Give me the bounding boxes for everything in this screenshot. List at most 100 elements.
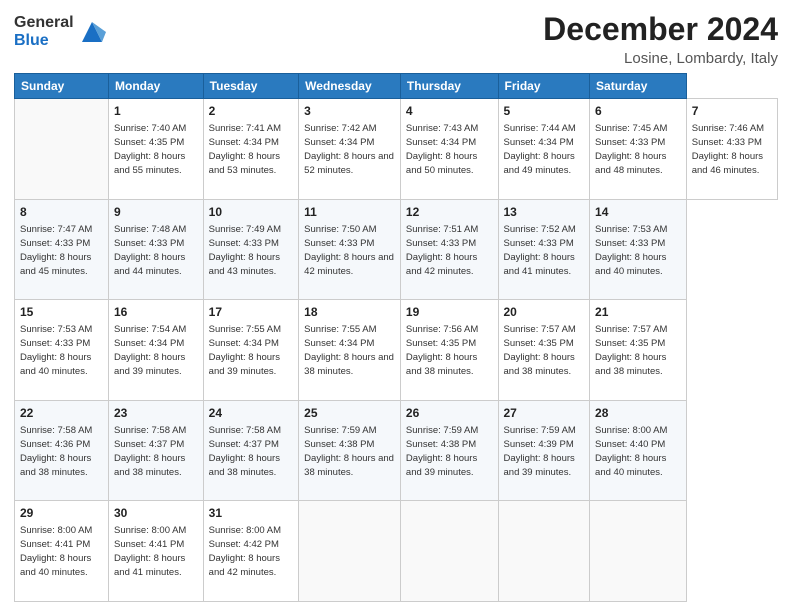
day-info: Sunrise: 7:52 AMSunset: 4:33 PMDaylight:…: [504, 224, 576, 277]
day-number: 6: [595, 103, 681, 120]
calendar-day-cell: 6 Sunrise: 7:45 AMSunset: 4:33 PMDaylight…: [590, 99, 687, 200]
day-number: 13: [504, 204, 585, 221]
day-number: 30: [114, 505, 198, 522]
day-number: 7: [692, 103, 772, 120]
calendar-day-cell: 20 Sunrise: 7:57 AMSunset: 4:35 PMDayligh…: [498, 300, 590, 401]
day-number: 28: [595, 405, 681, 422]
day-info: Sunrise: 7:58 AMSunset: 4:37 PMDaylight:…: [209, 425, 281, 478]
weekday-header: Sunday: [15, 74, 109, 99]
day-info: Sunrise: 7:43 AMSunset: 4:34 PMDaylight:…: [406, 123, 478, 176]
calendar-day-cell: 8Sunrise: 7:47 AMSunset: 4:33 PMDaylight…: [15, 199, 109, 300]
day-number: 27: [504, 405, 585, 422]
day-number: 25: [304, 405, 395, 422]
calendar-day-cell: 14 Sunrise: 7:53 AMSunset: 4:33 PMDayligh…: [590, 199, 687, 300]
day-info: Sunrise: 7:45 AMSunset: 4:33 PMDaylight:…: [595, 123, 667, 176]
day-number: 31: [209, 505, 294, 522]
logo-icon: [78, 18, 106, 46]
day-info: Sunrise: 7:44 AMSunset: 4:34 PMDaylight:…: [504, 123, 576, 176]
day-info: Sunrise: 7:53 AMSunset: 4:33 PMDaylight:…: [20, 324, 92, 377]
day-info: Sunrise: 7:59 AMSunset: 4:38 PMDaylight:…: [406, 425, 478, 478]
calendar-week-row: 22 Sunrise: 7:58 AMSunset: 4:36 PMDayligh…: [15, 400, 778, 501]
calendar-week-row: 29Sunrise: 8:00 AMSunset: 4:41 PMDayligh…: [15, 501, 778, 602]
day-number: 18: [304, 304, 395, 321]
calendar-day-cell: 9 Sunrise: 7:48 AMSunset: 4:33 PMDaylight…: [109, 199, 204, 300]
title-block: December 2024 Losine, Lombardy, Italy: [543, 10, 778, 67]
empty-cell: [15, 99, 109, 200]
calendar-day-cell: 31 Sunrise: 8:00 AMSunset: 4:42 PMDayligh…: [203, 501, 299, 602]
day-number: 20: [504, 304, 585, 321]
day-info: Sunrise: 8:00 AMSunset: 4:40 PMDaylight:…: [595, 425, 667, 478]
calendar-day-cell: 19 Sunrise: 7:56 AMSunset: 4:35 PMDayligh…: [400, 300, 498, 401]
logo-text: General Blue: [14, 14, 74, 49]
calendar-day-cell: 4Sunrise: 7:43 AMSunset: 4:34 PMDaylight…: [400, 99, 498, 200]
day-info: Sunrise: 7:57 AMSunset: 4:35 PMDaylight:…: [504, 324, 576, 377]
day-number: 15: [20, 304, 103, 321]
day-info: Sunrise: 7:54 AMSunset: 4:34 PMDaylight:…: [114, 324, 186, 377]
day-info: Sunrise: 7:41 AMSunset: 4:34 PMDaylight:…: [209, 123, 281, 176]
day-number: 2: [209, 103, 294, 120]
day-number: 17: [209, 304, 294, 321]
weekday-header: Friday: [498, 74, 590, 99]
calendar-day-cell: 28 Sunrise: 8:00 AMSunset: 4:40 PMDayligh…: [590, 400, 687, 501]
day-info: Sunrise: 7:59 AMSunset: 4:38 PMDaylight:…: [304, 425, 394, 478]
day-info: Sunrise: 7:51 AMSunset: 4:33 PMDaylight:…: [406, 224, 478, 277]
day-info: Sunrise: 7:57 AMSunset: 4:35 PMDaylight:…: [595, 324, 667, 377]
page: General Blue December 2024 Losine, Lomba…: [0, 0, 792, 612]
calendar-day-cell: [400, 501, 498, 602]
logo: General Blue: [14, 14, 106, 49]
logo-general-text: General: [14, 14, 74, 32]
day-info: Sunrise: 7:46 AMSunset: 4:33 PMDaylight:…: [692, 123, 764, 176]
calendar-day-cell: 24 Sunrise: 7:58 AMSunset: 4:37 PMDayligh…: [203, 400, 299, 501]
weekday-header: Monday: [109, 74, 204, 99]
calendar-day-cell: 15 Sunrise: 7:53 AMSunset: 4:33 PMDayligh…: [15, 300, 109, 401]
calendar-day-cell: 10Sunrise: 7:49 AMSunset: 4:33 PMDayligh…: [203, 199, 299, 300]
weekday-header: Tuesday: [203, 74, 299, 99]
day-number: 22: [20, 405, 103, 422]
header: General Blue December 2024 Losine, Lomba…: [14, 10, 778, 67]
calendar-day-cell: 27 Sunrise: 7:59 AMSunset: 4:39 PMDayligh…: [498, 400, 590, 501]
calendar-day-cell: 30Sunrise: 8:00 AMSunset: 4:41 PMDayligh…: [109, 501, 204, 602]
day-number: 19: [406, 304, 493, 321]
day-number: 9: [114, 204, 198, 221]
calendar-day-cell: 17 Sunrise: 7:55 AMSunset: 4:34 PMDayligh…: [203, 300, 299, 401]
logo-blue-text: Blue: [14, 32, 74, 50]
calendar-day-cell: 21Sunrise: 7:57 AMSunset: 4:35 PMDayligh…: [590, 300, 687, 401]
day-number: 23: [114, 405, 198, 422]
calendar-day-cell: 26 Sunrise: 7:59 AMSunset: 4:38 PMDayligh…: [400, 400, 498, 501]
day-number: 26: [406, 405, 493, 422]
day-number: 16: [114, 304, 198, 321]
day-number: 11: [304, 204, 395, 221]
day-number: 3: [304, 103, 395, 120]
calendar-day-cell: 7 Sunrise: 7:46 AMSunset: 4:33 PMDaylight…: [686, 99, 777, 200]
calendar-week-row: 1 Sunrise: 7:40 AMSunset: 4:35 PMDaylight…: [15, 99, 778, 200]
calendar-day-cell: 16 Sunrise: 7:54 AMSunset: 4:34 PMDayligh…: [109, 300, 204, 401]
day-number: 8: [20, 204, 103, 221]
calendar-week-row: 15 Sunrise: 7:53 AMSunset: 4:33 PMDayligh…: [15, 300, 778, 401]
calendar-day-cell: 22 Sunrise: 7:58 AMSunset: 4:36 PMDayligh…: [15, 400, 109, 501]
day-number: 24: [209, 405, 294, 422]
day-info: Sunrise: 7:48 AMSunset: 4:33 PMDaylight:…: [114, 224, 186, 277]
day-info: Sunrise: 7:58 AMSunset: 4:36 PMDaylight:…: [20, 425, 92, 478]
day-info: Sunrise: 7:55 AMSunset: 4:34 PMDaylight:…: [209, 324, 281, 377]
main-title: December 2024: [543, 10, 778, 48]
day-info: Sunrise: 7:40 AMSunset: 4:35 PMDaylight:…: [114, 123, 186, 176]
calendar-day-cell: 12Sunrise: 7:51 AMSunset: 4:33 PMDayligh…: [400, 199, 498, 300]
day-info: Sunrise: 8:00 AMSunset: 4:42 PMDaylight:…: [209, 525, 281, 578]
day-number: 14: [595, 204, 681, 221]
day-info: Sunrise: 7:59 AMSunset: 4:39 PMDaylight:…: [504, 425, 576, 478]
calendar-day-cell: 11Sunrise: 7:50 AMSunset: 4:33 PMDayligh…: [299, 199, 401, 300]
calendar-day-cell: 2 Sunrise: 7:41 AMSunset: 4:34 PMDaylight…: [203, 99, 299, 200]
calendar-day-cell: 3Sunrise: 7:42 AMSunset: 4:34 PMDaylight…: [299, 99, 401, 200]
day-number: 10: [209, 204, 294, 221]
day-number: 1: [114, 103, 198, 120]
calendar-day-cell: 25 Sunrise: 7:59 AMSunset: 4:38 PMDayligh…: [299, 400, 401, 501]
calendar-day-cell: 1 Sunrise: 7:40 AMSunset: 4:35 PMDaylight…: [109, 99, 204, 200]
calendar-table: SundayMondayTuesdayWednesdayThursdayFrid…: [14, 73, 778, 602]
subtitle: Losine, Lombardy, Italy: [543, 50, 778, 67]
calendar-day-cell: [498, 501, 590, 602]
day-info: Sunrise: 7:53 AMSunset: 4:33 PMDaylight:…: [595, 224, 667, 277]
calendar-day-cell: 18Sunrise: 7:55 AMSunset: 4:34 PMDayligh…: [299, 300, 401, 401]
calendar-day-cell: 5Sunrise: 7:44 AMSunset: 4:34 PMDaylight…: [498, 99, 590, 200]
weekday-header: Saturday: [590, 74, 687, 99]
day-info: Sunrise: 7:56 AMSunset: 4:35 PMDaylight:…: [406, 324, 478, 377]
